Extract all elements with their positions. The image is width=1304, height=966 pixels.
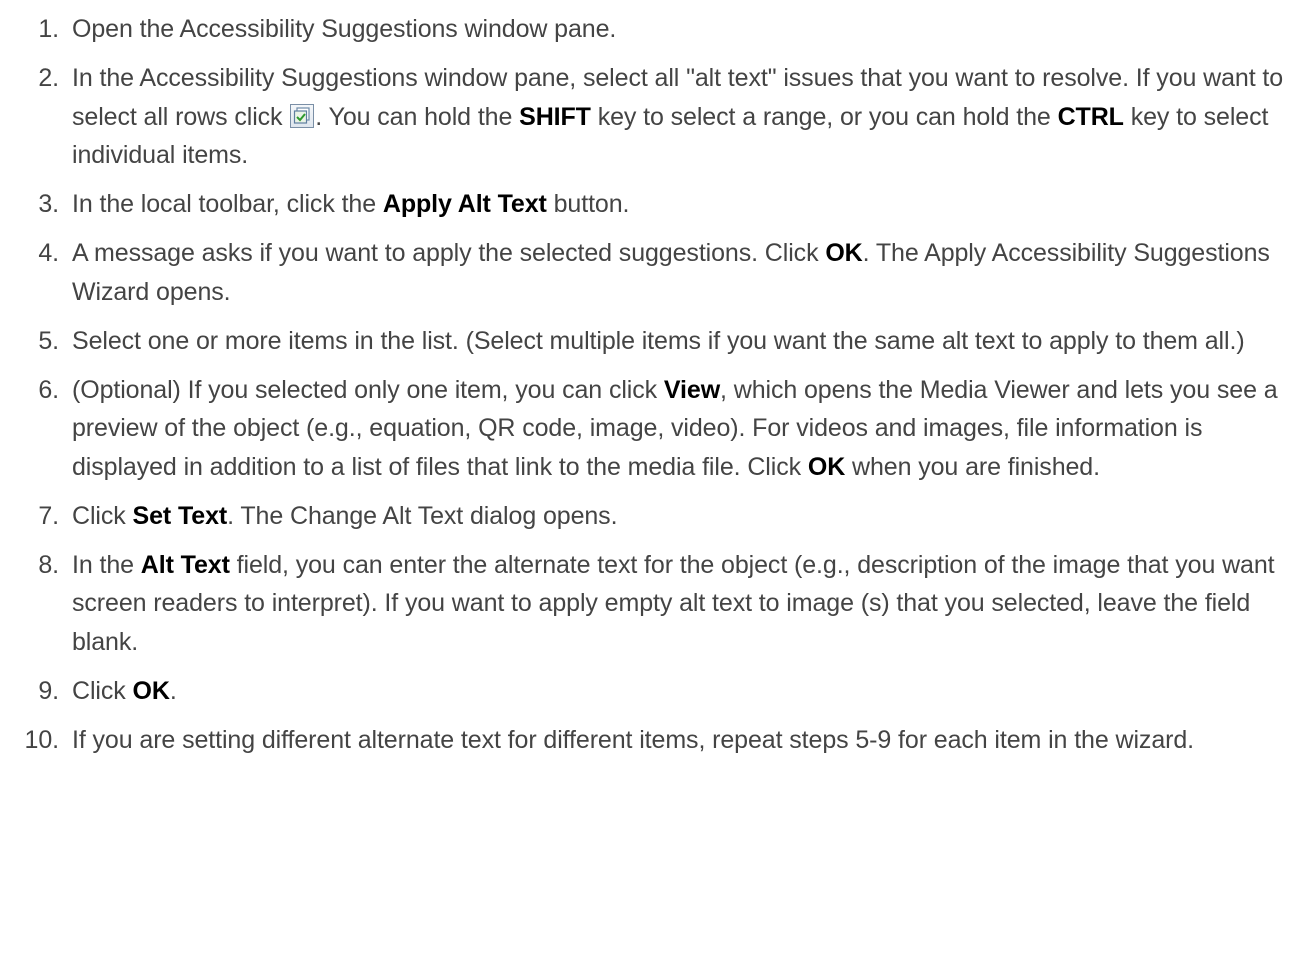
step-number: 3.	[38, 190, 59, 218]
ui-term: OK	[807, 452, 846, 481]
step-text: If you are setting different alternate t…	[72, 725, 1194, 754]
step-number: 10.	[24, 725, 60, 754]
step-number: 4.	[38, 239, 59, 267]
step-text: In the	[72, 550, 141, 579]
step-item: 8. In the Alt Text field, you can enter t…	[0, 546, 1304, 662]
ui-term: OK	[132, 676, 170, 705]
step-item: 1. Open the Accessibility Suggestions win…	[0, 10, 1304, 49]
step-number: 6.	[38, 375, 59, 404]
select-all-icon	[290, 103, 315, 128]
step-text: when you are finished.	[845, 452, 1100, 481]
step-text: Select one or more items in the list. (S…	[72, 326, 1245, 355]
step-number: 9.	[38, 676, 59, 705]
ui-term: Apply Alt Text	[382, 190, 547, 218]
ui-term: SHIFT	[519, 102, 591, 131]
procedure-steps-list: 1. Open the Accessibility Suggestions win…	[0, 0, 1304, 759]
step-number: 1.	[38, 15, 59, 43]
ui-term: View	[663, 375, 721, 404]
step-text: button.	[546, 190, 630, 218]
step-text: . The Change Alt Text dialog opens.	[227, 501, 618, 530]
step-item: 4. A message asks if you want to apply th…	[0, 234, 1304, 311]
step-number: 2.	[38, 64, 59, 92]
ui-term: Alt Text	[140, 550, 230, 579]
step-item: 9. Click OK.	[0, 672, 1304, 711]
ui-term: Set Text	[132, 501, 228, 530]
step-item: 2. In the Accessibility Suggestions windo…	[0, 59, 1304, 175]
step-number: 8.	[38, 550, 59, 579]
step-text: . You can hold the	[315, 102, 520, 131]
step-item: 3. In the local toolbar, click the Apply …	[0, 185, 1304, 224]
step-text: A message asks if you want to apply the …	[72, 239, 826, 267]
step-text: Open the Accessibility Suggestions windo…	[72, 15, 617, 43]
step-text: .	[169, 676, 177, 705]
step-text: field, you can enter the alternate text …	[72, 550, 1275, 656]
step-item: 6. (Optional) If you selected only one it…	[0, 371, 1304, 487]
ui-term: OK	[825, 239, 863, 267]
step-text: (Optional) If you selected only one item…	[72, 375, 664, 404]
step-text: Click	[72, 501, 133, 530]
ui-term: CTRL	[1057, 102, 1124, 131]
step-number: 7.	[38, 501, 59, 530]
step-item: 10. If you are setting different alternat…	[0, 721, 1304, 760]
step-number: 5.	[38, 326, 59, 355]
step-text: In the local toolbar, click the	[72, 190, 383, 218]
step-item: 7. Click Set Text. The Change Alt Text di…	[0, 497, 1304, 536]
step-text: key to select a range, or you can hold t…	[590, 102, 1058, 131]
step-item: 5. Select one or more items in the list. …	[0, 322, 1304, 361]
step-text: Click	[72, 676, 133, 705]
